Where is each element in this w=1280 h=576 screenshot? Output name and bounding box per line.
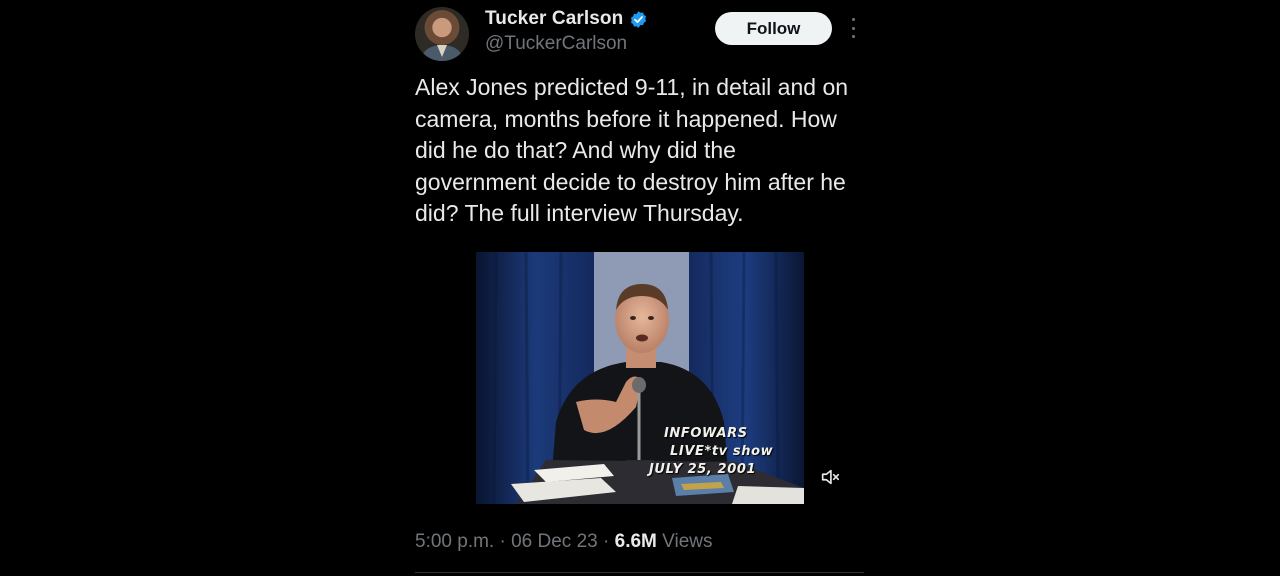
follow-button[interactable]: Follow [715,12,832,45]
author-handle[interactable]: @TuckerCarlson [485,33,627,55]
tweet-time[interactable]: 5:00 p.m. [415,531,494,552]
video-caption-line-3: JULY 25, 2001 [649,462,757,477]
author-name-row: Tucker Carlson [485,8,648,30]
verified-badge-icon [631,10,647,28]
tweet: Tucker Carlson @TuckerCarlson Follow Ale… [415,0,864,576]
tweet-date[interactable]: 06 Dec 23 [511,531,598,552]
volume-muted-icon[interactable] [819,466,841,488]
views-label: Views [662,531,713,552]
meta-separator-2: · [597,531,615,552]
video-caption-line-2: LIVE*tv show [670,444,774,459]
more-options-icon[interactable] [846,18,860,38]
views-count: 6.6M [614,531,657,552]
author-display-name[interactable]: Tucker Carlson [485,8,623,30]
tweet-meta: 5:00 p.m. · 06 Dec 23 · 6.6M Views [415,531,713,553]
video-player[interactable]: INFOWARS LIVE*tv show JULY 25, 2001 [476,252,804,504]
tweet-text: Alex Jones predicted 9-11, in detail and… [415,74,849,226]
avatar[interactable] [415,7,469,61]
divider [415,572,864,573]
video-caption-line-1: INFOWARS [664,426,748,441]
meta-separator: · [494,531,512,552]
